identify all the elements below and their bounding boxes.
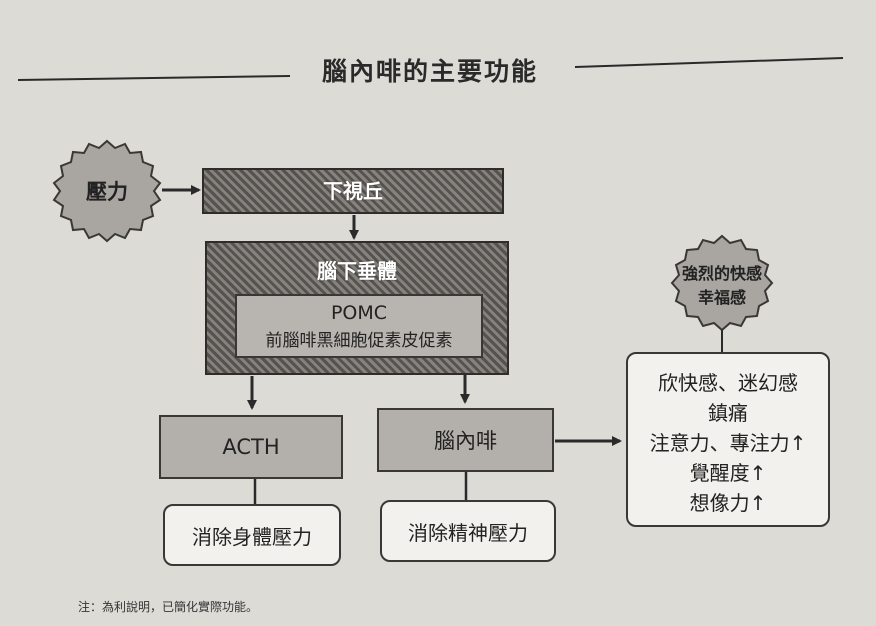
relieve-mental-stress-box: 消除精神壓力 xyxy=(380,500,556,562)
stress-label: 壓力 xyxy=(86,180,128,204)
pituitary-box: 腦下垂體 POMC 前腦啡黑細胞促素皮促素 xyxy=(205,241,509,375)
acth-box: ACTH xyxy=(159,415,343,479)
pomc-full-name: 前腦啡黑細胞促素皮促素 xyxy=(265,331,453,351)
relieve-body-stress-box: 消除身體壓力 xyxy=(163,504,341,566)
strong-feeling-line-2: 幸福感 xyxy=(697,288,746,307)
hypothalamus-label: 下視丘 xyxy=(323,179,383,203)
strong-feeling-label: 強烈的快感 幸福感 xyxy=(672,262,772,310)
strong-feeling-line-1: 強烈的快感 xyxy=(681,264,762,283)
footnote: 注：為利說明，已簡化實際功能。 xyxy=(78,600,259,614)
effect-imagination: 想像力↑ xyxy=(689,491,767,515)
pomc-box: POMC 前腦啡黑細胞促素皮促素 xyxy=(235,294,483,358)
effect-arousal: 覺醒度↑ xyxy=(689,461,767,485)
page-title: 腦內啡的主要功能 xyxy=(321,57,538,86)
effects-box: 欣快感、迷幻感 鎮痛 注意力、專注力↑ 覺醒度↑ 想像力↑ xyxy=(626,352,830,527)
pomc-name: POMC xyxy=(330,302,388,324)
endorphin-box: 腦內啡 xyxy=(377,408,554,472)
effect-attention: 注意力、專注力↑ xyxy=(649,431,807,455)
title-rule-right xyxy=(574,57,844,68)
effect-euphoria: 欣快感、迷幻感 xyxy=(658,371,798,395)
pituitary-label: 腦下垂體 xyxy=(317,259,397,283)
title-rule-left xyxy=(17,75,291,81)
effect-analgesia: 鎮痛 xyxy=(708,401,748,425)
hypothalamus-box: 下視丘 xyxy=(202,168,504,214)
